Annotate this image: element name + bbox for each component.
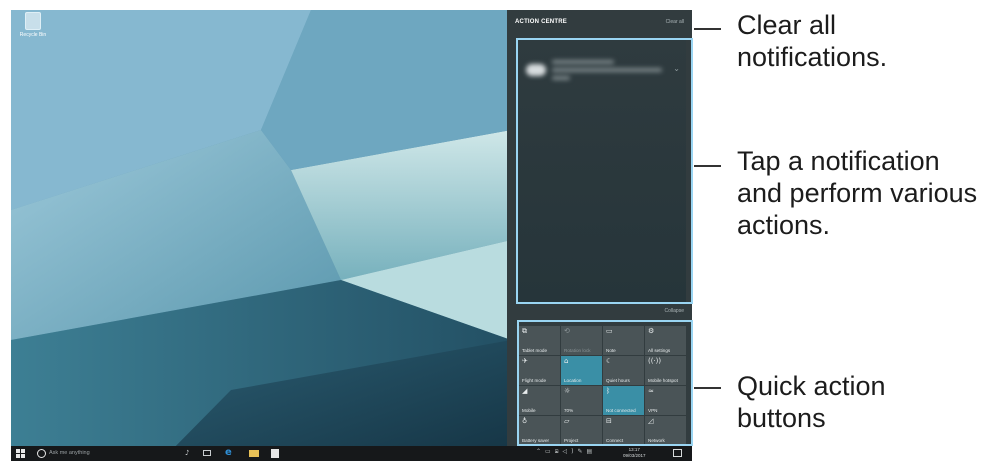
taskbar: Ask me anything ♪ e ⌃▭⧆◁)✎▤ 13:17 09/03/… <box>11 446 692 461</box>
microphone-icon[interactable]: ♪ <box>185 449 189 457</box>
callout-notification-line-1: Tap a notification <box>737 146 940 176</box>
clock[interactable]: 13:17 09/03/2017 <box>623 447 646 459</box>
clear-all-button[interactable]: Clear all <box>666 19 684 25</box>
search-box[interactable]: Ask me anything <box>49 450 90 456</box>
recycle-bin-label: Recycle Bin <box>19 32 47 38</box>
file-explorer-icon[interactable] <box>249 450 259 457</box>
edge-browser-icon[interactable]: e <box>225 447 232 458</box>
callout-clear-all: Clear all notifications. <box>737 9 887 73</box>
trash-icon <box>25 12 41 30</box>
quick-action-highlight-box <box>517 320 693 446</box>
recycle-bin-icon[interactable]: Recycle Bin <box>13 12 53 38</box>
clock-date: 09/03/2017 <box>623 453 646 458</box>
cortana-icon[interactable] <box>37 449 46 458</box>
notification-pointer-line <box>694 165 721 167</box>
callout-quick-action-line-2: buttons <box>737 403 826 433</box>
quick-action-pointer-line <box>694 387 721 389</box>
callout-notification: Tap a notification and perform various a… <box>737 145 977 241</box>
callout-clear-all-line-2: notifications. <box>737 42 888 72</box>
clear-all-pointer-line <box>694 28 721 30</box>
notification-highlight-box <box>516 38 693 304</box>
callout-quick-action-line-1: Quick action <box>737 371 886 401</box>
system-tray-icons[interactable]: ⌃▭⧆◁)✎▤ <box>536 448 596 456</box>
collapse-button[interactable]: Collapse <box>665 308 684 314</box>
callout-notification-line-3: actions. <box>737 210 831 240</box>
notification-centre-icon[interactable] <box>673 449 682 457</box>
windows-start-icon[interactable] <box>16 449 25 458</box>
action-centre-header: ACTION CENTRE Clear all <box>507 10 692 36</box>
callout-clear-all-line-1: Clear all <box>737 10 837 40</box>
store-icon[interactable] <box>271 449 279 458</box>
callout-notification-line-2: and perform various <box>737 178 978 208</box>
task-view-icon[interactable] <box>203 450 211 456</box>
action-centre-title: ACTION CENTRE <box>515 19 567 25</box>
callout-quick-action: Quick action buttons <box>737 370 886 434</box>
